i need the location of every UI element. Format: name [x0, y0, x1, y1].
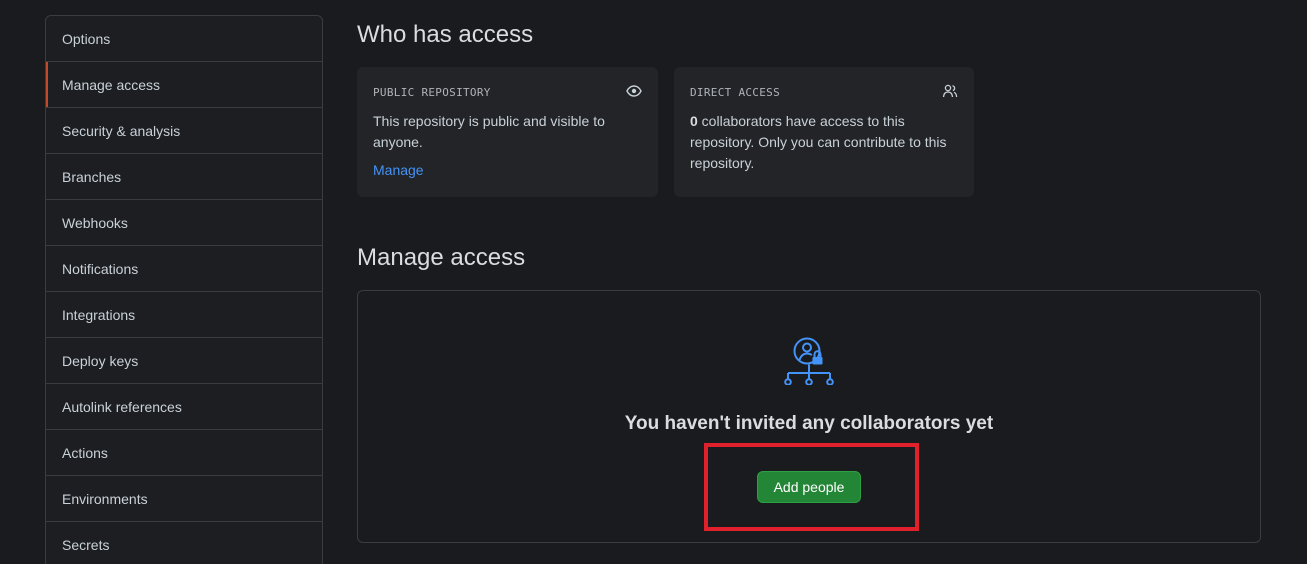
manage-link[interactable]: Manage: [373, 162, 424, 178]
direct-access-text: 0 collaborators have access to this repo…: [690, 111, 958, 174]
who-has-access-heading: Who has access: [357, 21, 534, 48]
person-lock-network-icon: [784, 337, 834, 385]
public-repository-label: PUBLIC REPOSITORY: [373, 86, 491, 99]
sidebar-item-autolink-references[interactable]: Autolink references: [46, 384, 322, 430]
sidebar-item-options[interactable]: Options: [46, 16, 322, 62]
direct-access-card: DIRECT ACCESS 0 collaborators have acces…: [674, 67, 974, 197]
sidebar-item-security-analysis[interactable]: Security & analysis: [46, 108, 322, 154]
settings-sidebar: Options Manage access Security & analysi…: [45, 15, 323, 564]
sidebar-item-secrets[interactable]: Secrets: [46, 522, 322, 564]
sidebar-item-webhooks[interactable]: Webhooks: [46, 200, 322, 246]
sidebar-item-notifications[interactable]: Notifications: [46, 246, 322, 292]
sidebar-item-integrations[interactable]: Integrations: [46, 292, 322, 338]
sidebar-item-deploy-keys[interactable]: Deploy keys: [46, 338, 322, 384]
direct-access-label: DIRECT ACCESS: [690, 86, 780, 99]
add-people-button[interactable]: Add people: [757, 471, 861, 503]
sidebar-item-actions[interactable]: Actions: [46, 430, 322, 476]
manage-access-heading: Manage access: [357, 244, 526, 271]
people-icon: [942, 84, 958, 98]
sidebar-item-branches[interactable]: Branches: [46, 154, 322, 200]
direct-access-description: collaborators have access to this reposi…: [690, 113, 947, 171]
settings-page: Options Manage access Security & analysi…: [0, 0, 1307, 564]
public-repository-text: This repository is public and visible to…: [373, 113, 605, 150]
sidebar-item-environments[interactable]: Environments: [46, 476, 322, 522]
sidebar-item-manage-access[interactable]: Manage access: [46, 62, 322, 108]
eye-icon: [626, 85, 642, 97]
public-repository-card: PUBLIC REPOSITORY This repository is pub…: [357, 67, 658, 197]
collaborator-count: 0: [690, 113, 698, 129]
empty-state-title: You haven't invited any collaborators ye…: [624, 413, 994, 434]
collaborators-empty-state: You haven't invited any collaborators ye…: [357, 290, 1261, 543]
